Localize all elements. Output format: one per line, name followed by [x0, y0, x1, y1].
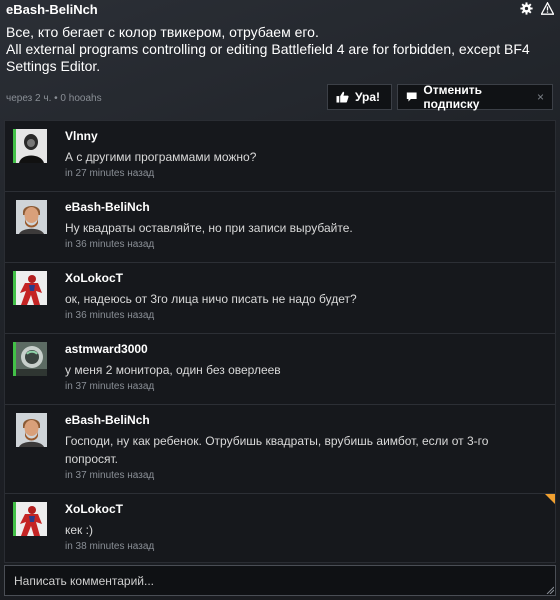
comment-text: у меня 2 монитора, один без оверлеев: [65, 363, 281, 377]
avatar[interactable]: [16, 200, 47, 234]
hooah-button[interactable]: Ура!: [327, 84, 392, 110]
warning-icon[interactable]: [541, 2, 554, 15]
avatar[interactable]: [16, 413, 47, 447]
comment-item: XoLokocT ок, надеюсь от 3го лица ничо пи…: [5, 263, 555, 334]
comment-time: in 38 minutes назад: [65, 541, 155, 552]
post-text-line2: All external programs controlling or edi…: [6, 41, 530, 74]
comment-icon: [406, 92, 417, 102]
comment-time: in 37 minutes назад: [65, 381, 155, 392]
post-text-line1: Все, кто бегает с колор твикером, отруба…: [6, 24, 319, 40]
avatar[interactable]: [16, 502, 47, 536]
avatar-frame: [13, 342, 47, 376]
post-text: Все, кто бегает с колор твикером, отруба…: [6, 24, 554, 75]
comment-item: eBash-BeliNch Господи, ну как ребенок. О…: [5, 405, 555, 494]
comment-text: А с другими программами можно?: [65, 150, 257, 164]
comment-time: in 27 minutes назад: [65, 168, 155, 179]
comment-text: ок, надеюсь от 3го лица ничо писать не н…: [65, 292, 357, 306]
comment-author[interactable]: XoLokocT: [65, 271, 123, 285]
comment-text: кек :): [65, 523, 93, 537]
comment-author[interactable]: astmward3000: [65, 342, 148, 356]
avatar-frame: [13, 271, 47, 305]
comment-author[interactable]: XoLokocT: [65, 502, 123, 516]
comment-time: in 36 minutes назад: [65, 310, 155, 321]
resize-handle-icon[interactable]: [546, 586, 554, 594]
hooah-label: Ура!: [355, 90, 381, 104]
avatar-frame: [13, 200, 47, 234]
post-meta: через 2 ч. • 0 hooahs: [6, 93, 102, 104]
unsubscribe-button[interactable]: Отменить подписку ×: [397, 83, 553, 111]
comments-list[interactable]: Vlnny А с другими программами можно? in …: [4, 120, 556, 563]
new-comment-marker: [545, 494, 555, 504]
comment-time: in 36 minutes назад: [65, 239, 155, 250]
post-header: eBash-BeliNch Все, кто бегает с колор тв…: [0, 0, 560, 118]
avatar-frame: [13, 413, 47, 447]
gear-icon[interactable]: [520, 2, 533, 15]
avatar-frame: [13, 129, 47, 163]
comment-time: in 37 minutes назад: [65, 470, 155, 481]
comment-author[interactable]: eBash-BeliNch: [65, 200, 150, 214]
post-author[interactable]: eBash-BeliNch: [6, 2, 98, 17]
comment-text: Господи, ну как ребенок. Отрубишь квадра…: [65, 434, 489, 466]
thumbs-up-icon: [336, 91, 349, 103]
unsubscribe-label: Отменить подписку: [423, 83, 483, 111]
comment-author[interactable]: eBash-BeliNch: [65, 413, 150, 427]
avatar[interactable]: [16, 342, 47, 376]
avatar[interactable]: [16, 271, 47, 305]
avatar-frame: [13, 502, 47, 536]
close-icon[interactable]: ×: [537, 90, 544, 104]
comment-author[interactable]: Vlnny: [65, 129, 98, 143]
avatar[interactable]: [16, 129, 47, 163]
comment-input[interactable]: [4, 565, 556, 596]
comment-item: astmward3000 у меня 2 монитора, один без…: [5, 334, 555, 405]
comment-text: Ну квадраты оставляйте, но при записи вы…: [65, 221, 353, 235]
comment-item: Vlnny А с другими программами можно? in …: [5, 121, 555, 192]
header-icons: [520, 2, 554, 15]
comment-item: XoLokocT кек :) in 38 minutes назад: [5, 494, 555, 562]
comment-item: eBash-BeliNch Ну квадраты оставляйте, но…: [5, 192, 555, 263]
